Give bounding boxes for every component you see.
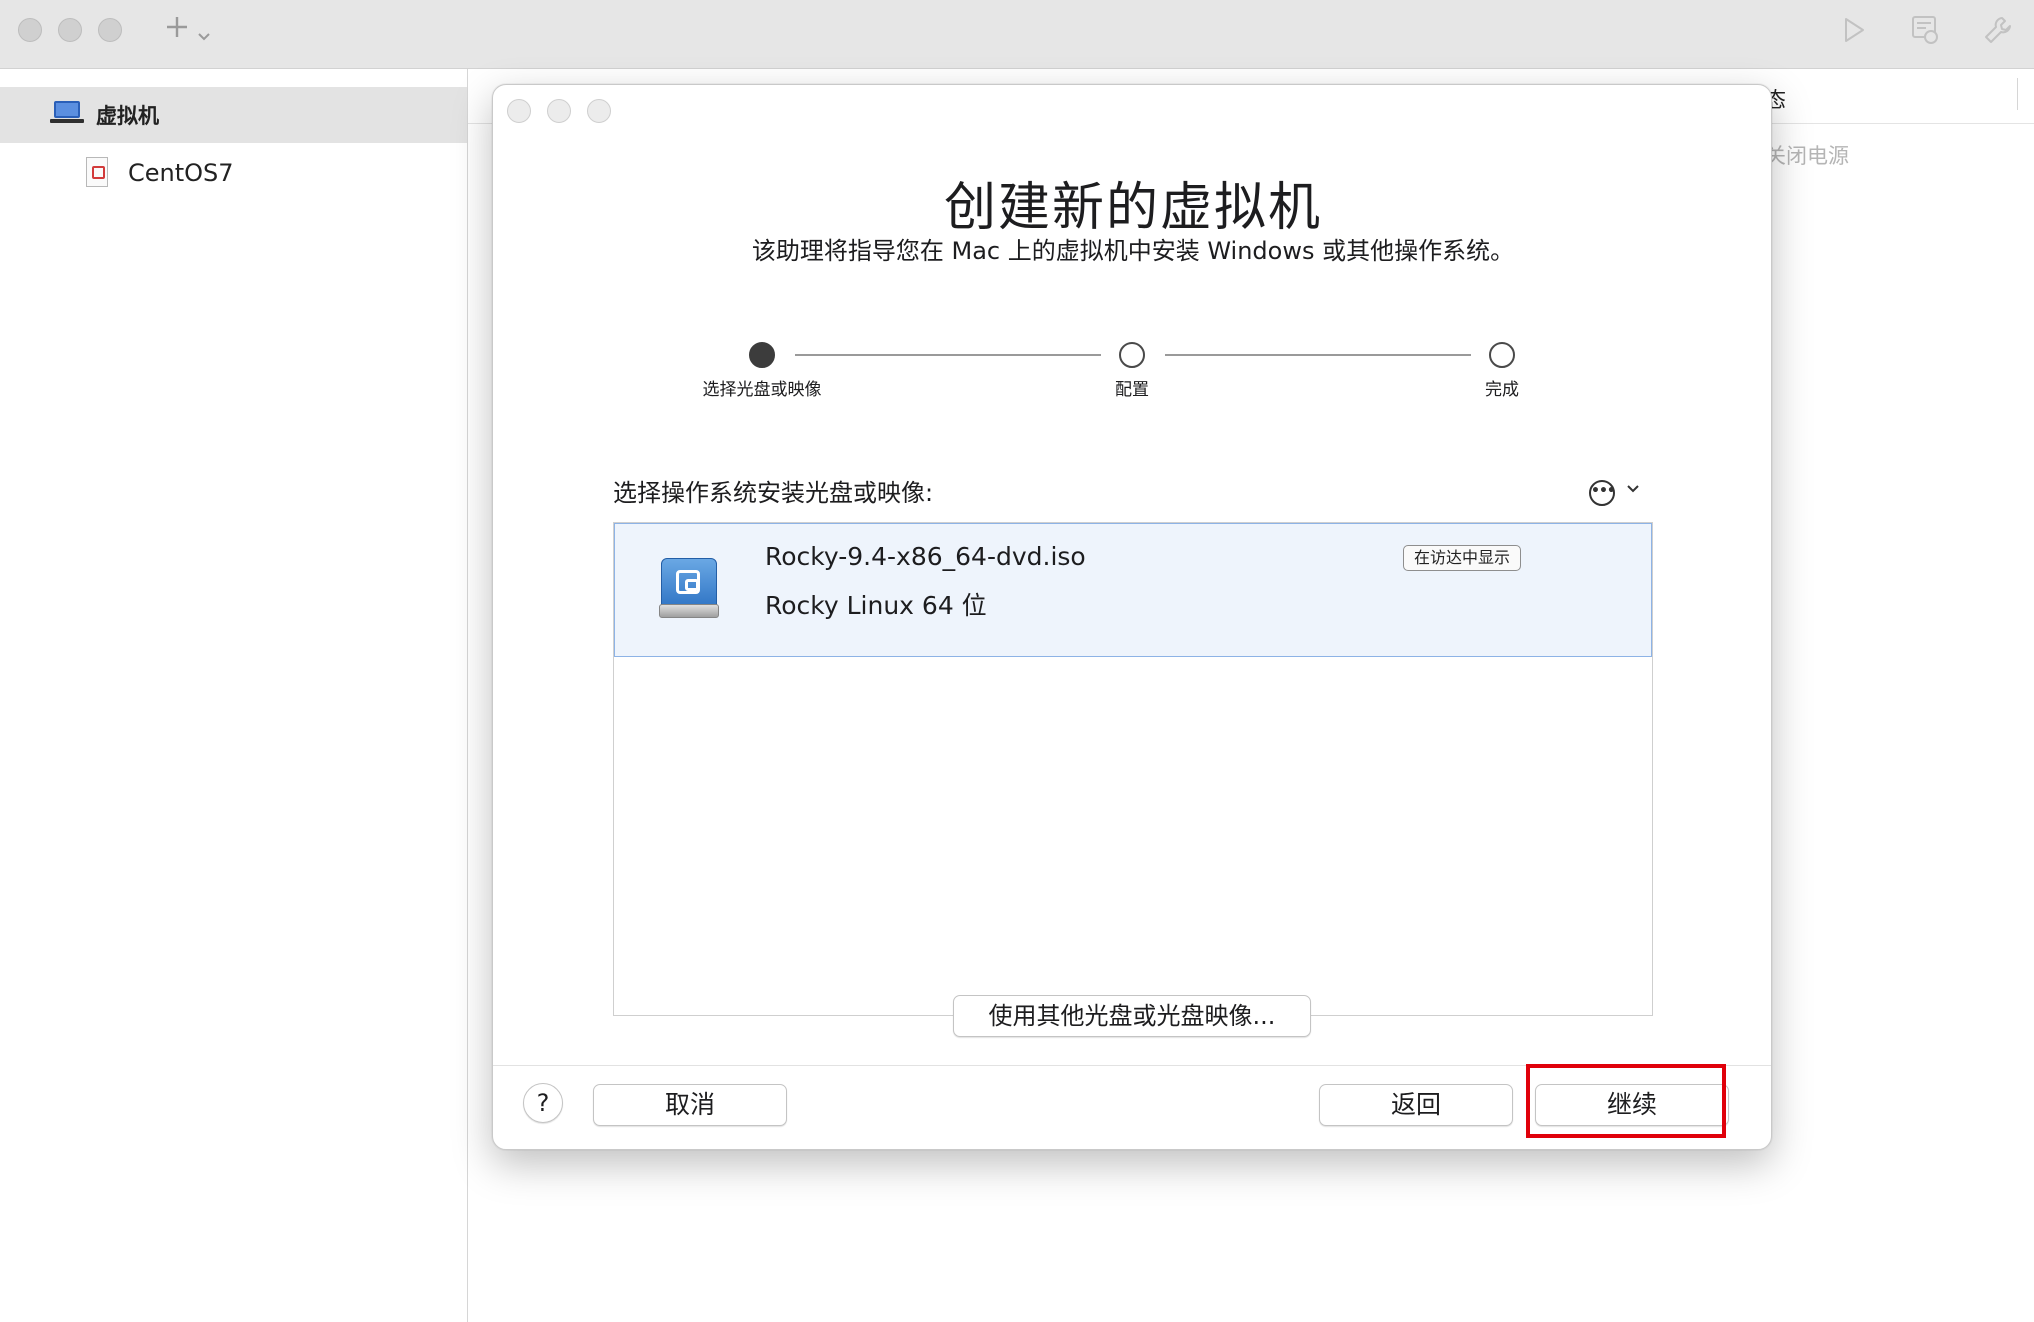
image-os-label: Rocky Linux 64 位 [765, 591, 987, 620]
step-connector [795, 354, 1101, 356]
power-state-text: 关闭电源 [1765, 144, 1849, 168]
step-indicator [1119, 342, 1145, 368]
help-button[interactable]: ? [523, 1083, 563, 1123]
minimize-window-button[interactable] [58, 18, 82, 42]
wrench-icon[interactable] [1982, 14, 2014, 52]
column-divider [2017, 78, 2018, 110]
vm-file-icon [86, 157, 108, 187]
sidebar-item-label: CentOS7 [128, 159, 234, 187]
laptop-icon [50, 101, 84, 123]
dialog-zoom-button[interactable] [587, 99, 611, 123]
image-list[interactable]: Rocky-9.4-x86_64-dvd.iso Rocky Linux 64 … [613, 522, 1653, 1016]
plus-icon[interactable] [164, 14, 190, 46]
back-button[interactable]: 返回 [1319, 1084, 1513, 1126]
cancel-button[interactable]: 取消 [593, 1084, 787, 1126]
step-indicator [1489, 342, 1515, 368]
disk-image-icon [659, 558, 719, 618]
dialog-close-button[interactable] [507, 99, 531, 123]
snapshot-icon[interactable] [1910, 14, 1940, 52]
more-options-icon[interactable]: ••• [1589, 480, 1616, 506]
step-label-finish: 完成 [1485, 380, 1519, 400]
dialog-title: 创建新的虚拟机 [943, 178, 1322, 238]
dialog-minimize-button[interactable] [547, 99, 571, 123]
window-titlebar [0, 0, 2034, 69]
zoom-window-button[interactable] [98, 18, 122, 42]
step-label-select-disc: 选择光盘或映像 [702, 380, 822, 400]
step-label-configure: 配置 [1115, 380, 1149, 400]
step-indicator-active [749, 342, 775, 368]
step-connector [1165, 354, 1471, 356]
sidebar-item-centos7[interactable]: CentOS7 [0, 149, 467, 199]
use-other-disc-button[interactable]: 使用其他光盘或光盘映像... [953, 995, 1311, 1037]
new-vm-assistant-dialog: 创建新的虚拟机 该助理将指导您在 Mac 上的虚拟机中安装 Windows 或其… [492, 84, 1772, 1150]
sidebar: 虚拟机 CentOS7 [0, 69, 468, 1322]
show-in-finder-button[interactable]: 在访达中显示 [1403, 545, 1522, 571]
image-list-item-selected[interactable]: Rocky-9.4-x86_64-dvd.iso Rocky Linux 64 … [614, 523, 1652, 657]
continue-highlight-annotation [1526, 1064, 1726, 1138]
chevron-down-icon[interactable] [196, 20, 212, 50]
close-window-button[interactable] [18, 18, 42, 42]
image-list-heading: 选择操作系统安装光盘或映像: [613, 479, 934, 507]
chevron-down-icon[interactable] [1625, 477, 1641, 501]
sidebar-section-label: 虚拟机 [96, 104, 159, 128]
dialog-subtitle: 该助理将指导您在 Mac 上的虚拟机中安装 Windows 或其他操作系统。 [751, 237, 1515, 265]
play-icon[interactable] [1842, 16, 1866, 50]
image-file-name: Rocky-9.4-x86_64-dvd.iso [765, 542, 1086, 571]
sidebar-section-vms[interactable]: 虚拟机 [0, 87, 467, 143]
